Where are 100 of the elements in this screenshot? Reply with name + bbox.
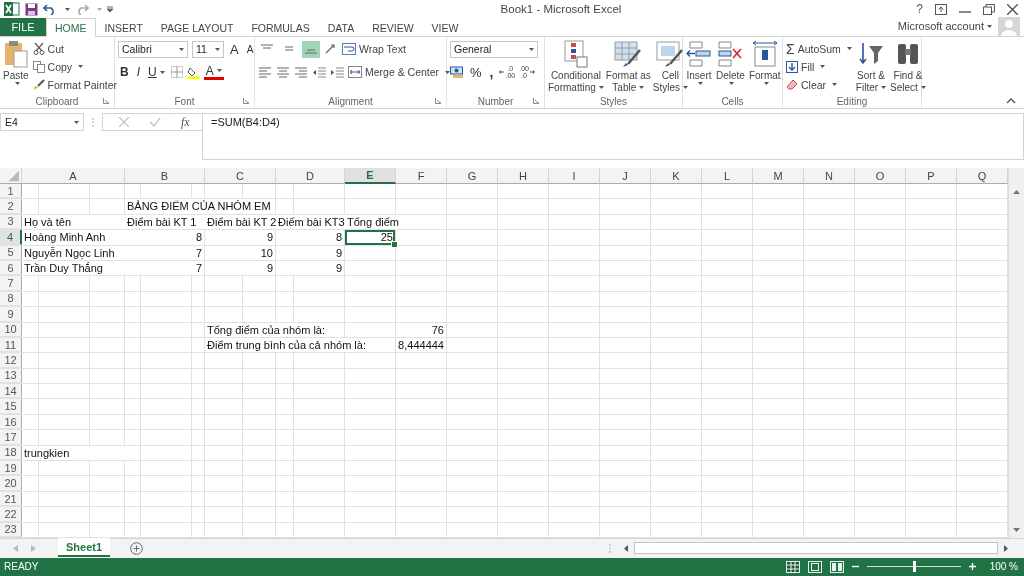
column-header[interactable]: D — [276, 168, 345, 184]
row-header[interactable]: 4 — [0, 230, 22, 245]
caret-icon[interactable] — [65, 7, 70, 11]
styles-button[interactable]: Conditional Formatting — [548, 40, 604, 94]
bold-button[interactable]: B — [118, 63, 131, 81]
sheet-tab[interactable]: Sheet1 — [58, 538, 110, 558]
font-name-field[interactable]: Calibri — [118, 40, 188, 58]
row-header[interactable]: 9 — [0, 307, 22, 322]
column-header[interactable]: M — [753, 168, 804, 184]
ribbon-tab[interactable]: DATA — [318, 18, 364, 37]
row-header[interactable]: 12 — [0, 353, 22, 368]
normal-view-icon[interactable] — [785, 561, 800, 573]
cells-button[interactable]: Format — [748, 40, 781, 85]
column-header[interactable]: B — [125, 168, 205, 184]
vertical-scrollbar[interactable] — [1008, 168, 1024, 538]
ribbon-tab[interactable]: INSERT — [95, 18, 152, 37]
row-header[interactable]: 2 — [0, 199, 22, 214]
merge-center-button[interactable]: Merge & Center — [348, 63, 451, 81]
row-header[interactable]: 17 — [0, 430, 22, 445]
column-header[interactable]: O — [855, 168, 906, 184]
ribbon-display-icon[interactable] — [935, 3, 947, 15]
horizontal-align-icon[interactable] — [258, 66, 272, 78]
scroll-down-icon[interactable] — [1013, 528, 1020, 532]
cells-button[interactable]: Delete — [716, 40, 745, 85]
font-size-field[interactable]: 11 — [192, 40, 224, 58]
orientation-icon[interactable] — [324, 43, 338, 55]
cut-button[interactable]: Cut — [32, 40, 118, 57]
fill-color-icon[interactable] — [186, 65, 200, 79]
enter-check-icon[interactable] — [149, 117, 161, 127]
wrap-text-button[interactable]: Wrap Text — [342, 40, 406, 58]
scroll-thumb[interactable] — [634, 542, 998, 555]
borders-icon[interactable] — [170, 66, 183, 78]
column-header[interactable]: C — [205, 168, 276, 184]
column-header[interactable]: A — [22, 168, 125, 184]
formula-field[interactable]: =SUM(B4:D4) — [202, 113, 1024, 160]
autosum-button[interactable]: Σ AutoSum — [786, 40, 852, 57]
file-tab[interactable]: FILE — [0, 18, 46, 36]
split-handle-icon[interactable] — [609, 544, 611, 553]
add-sheet-icon[interactable] — [130, 542, 143, 555]
clear-button[interactable]: Clear — [786, 76, 852, 93]
ribbon-tab[interactable]: HOME — [46, 18, 96, 37]
horizontal-align-icon[interactable] — [276, 66, 290, 78]
ribbon-tab[interactable]: REVIEW — [363, 18, 423, 37]
zoom-in-icon[interactable] — [968, 563, 976, 571]
collapse-ribbon-icon[interactable] — [1006, 98, 1016, 104]
styles-button[interactable]: Format as Table — [605, 40, 651, 94]
grow-font-button[interactable]: A — [228, 40, 241, 58]
help-button[interactable]: ? — [916, 2, 923, 16]
shrink-font-button[interactable]: A — [244, 40, 256, 58]
customize-toolbar-icon[interactable] — [107, 6, 113, 12]
italic-button[interactable]: I — [134, 63, 142, 81]
name-box[interactable]: E4 — [0, 113, 84, 131]
drag-handle-icon[interactable] — [92, 118, 94, 127]
ribbon-tab[interactable]: PAGE LAYOUT — [151, 18, 243, 37]
column-header[interactable]: J — [600, 168, 651, 184]
page-break-view-icon[interactable] — [829, 561, 844, 573]
select-all-icon[interactable] — [0, 168, 22, 184]
dialog-launcher-icon[interactable] — [435, 98, 441, 104]
dialog-launcher-icon[interactable] — [103, 98, 109, 104]
redo-icon[interactable] — [75, 3, 89, 15]
column-header[interactable]: Q — [957, 168, 1008, 184]
row-header[interactable]: 20 — [0, 476, 22, 491]
page-layout-view-icon[interactable] — [807, 561, 822, 573]
column-header[interactable]: K — [651, 168, 702, 184]
row-header[interactable]: 22 — [0, 507, 22, 522]
column-header[interactable]: E — [345, 168, 396, 184]
cells-button[interactable]: Insert — [686, 40, 712, 85]
restore-icon[interactable] — [983, 3, 995, 15]
zoom-level[interactable]: 100 % — [989, 561, 1018, 573]
scroll-up-icon[interactable] — [1013, 190, 1020, 194]
scroll-right-icon[interactable] — [1004, 545, 1008, 552]
excel-logo-icon[interactable] — [4, 2, 20, 16]
slider-thumb[interactable] — [912, 561, 916, 573]
row-header[interactable]: 7 — [0, 276, 22, 291]
undo-icon[interactable] — [43, 3, 57, 15]
fill-button[interactable]: Fill — [786, 58, 852, 75]
dialog-launcher-icon[interactable] — [243, 98, 249, 104]
decrease-indent-icon[interactable] — [312, 66, 326, 78]
currency-icon[interactable] — [450, 66, 464, 78]
row-header[interactable]: 15 — [0, 399, 22, 414]
underline-button[interactable]: U — [146, 63, 167, 81]
account-menu[interactable]: Microsoft account — [897, 20, 992, 32]
insert-function-button[interactable]: fx — [181, 114, 190, 130]
column-header[interactable]: L — [702, 168, 753, 184]
column-header[interactable]: F — [396, 168, 447, 184]
comma-style-button[interactable]: , — [487, 63, 496, 81]
row-header[interactable]: 19 — [0, 461, 22, 476]
vertical-align-button[interactable] — [302, 40, 320, 58]
ribbon-tab[interactable]: VIEW — [422, 18, 468, 37]
increase-indent-icon[interactable] — [330, 66, 344, 78]
percent-button[interactable]: % — [468, 63, 484, 81]
save-icon[interactable] — [25, 2, 38, 16]
column-header[interactable]: N — [804, 168, 855, 184]
column-header[interactable]: P — [906, 168, 957, 184]
column-header[interactable]: H — [498, 168, 549, 184]
font-color-button[interactable]: A — [203, 64, 224, 80]
row-header[interactable]: 1 — [0, 184, 22, 199]
paste-button[interactable]: Paste — [3, 40, 29, 85]
scroll-left-icon[interactable] — [624, 545, 628, 552]
number-format-field[interactable]: General — [450, 40, 538, 58]
